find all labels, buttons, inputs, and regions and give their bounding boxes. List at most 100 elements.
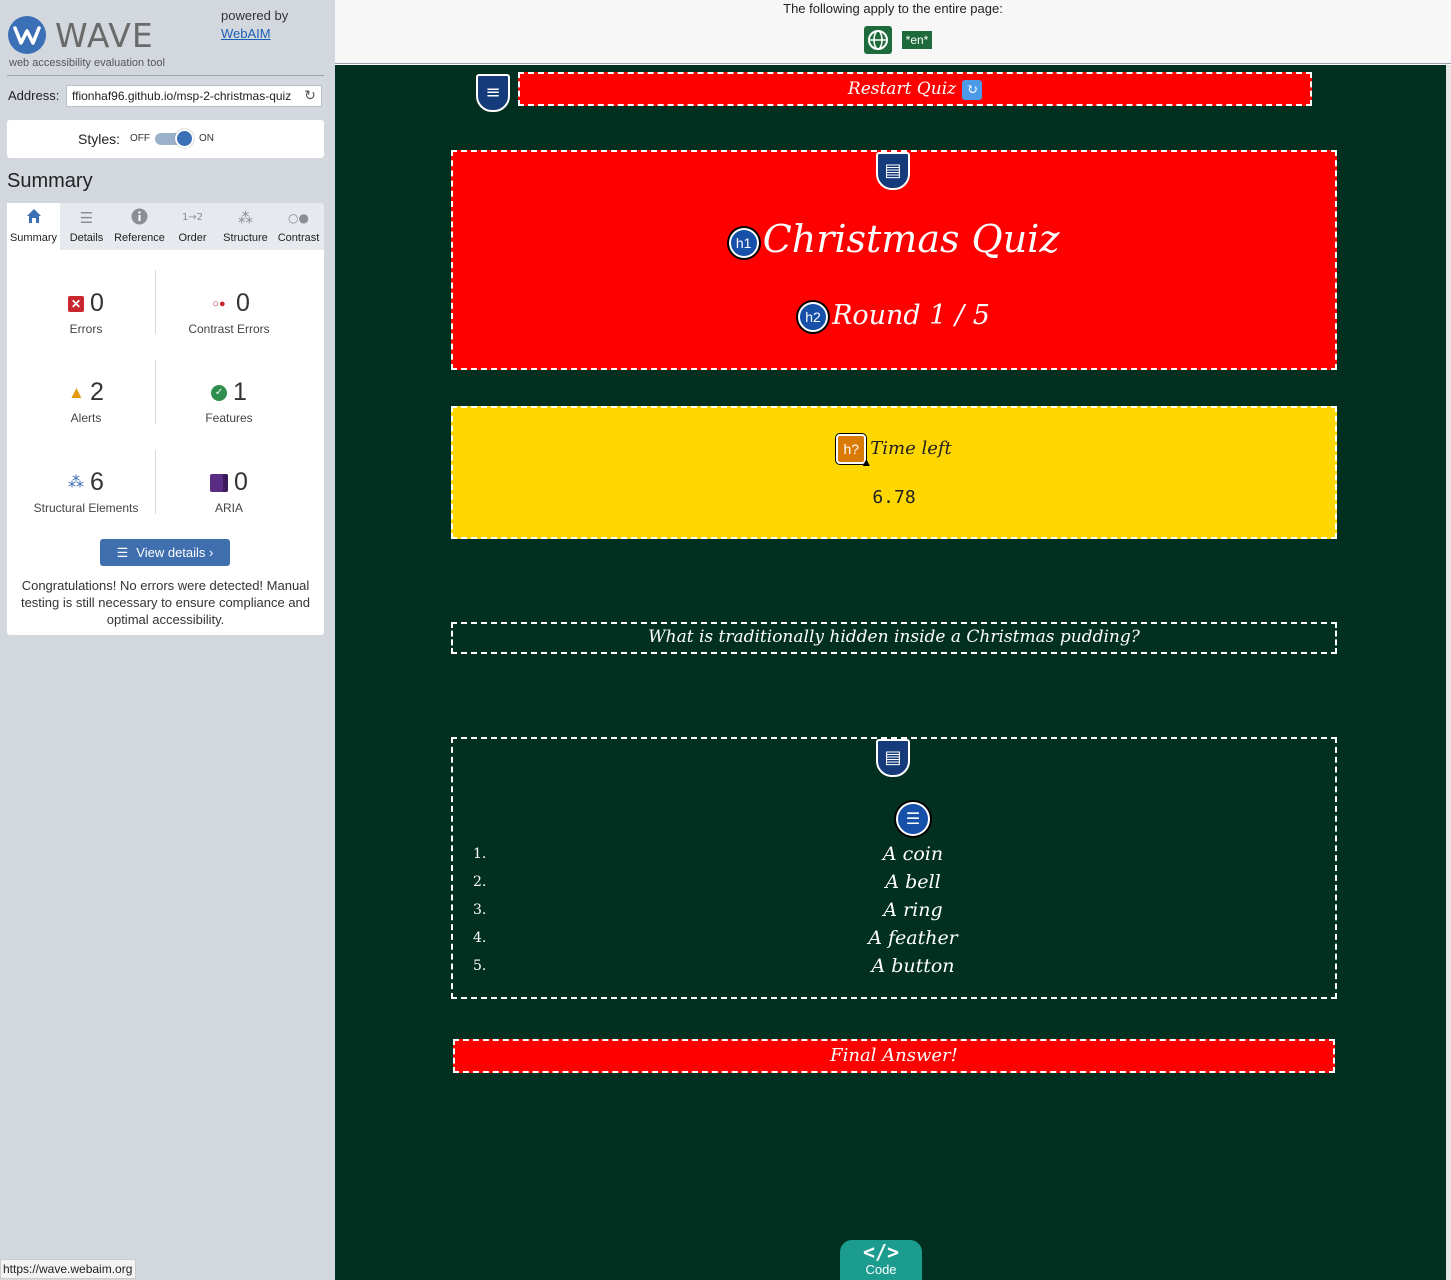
feature-check-icon: ✓	[211, 385, 228, 402]
answer-option[interactable]: 3. A ring	[453, 896, 1339, 924]
ordered-list-icon[interactable]: ☰	[896, 802, 930, 836]
question-text: What is traditionally hidden inside a Ch…	[451, 622, 1337, 654]
styles-toggle-knob[interactable]	[175, 129, 194, 148]
aria-count: 0	[234, 468, 248, 496]
structural-label: Structural Elements	[33, 501, 139, 515]
structure-icon: ⁂	[238, 209, 253, 227]
tab-structure[interactable]: ⁂ Structure	[219, 203, 272, 250]
panel-tabs: Summary ☰ Details Reference 1→2 Order ⁂ …	[7, 203, 324, 250]
wave-sidebar: WAVE web accessibility evaluation tool p…	[0, 0, 335, 1280]
timer-value: 6.78	[872, 487, 916, 508]
tab-summary[interactable]: Summary	[7, 203, 60, 250]
summary-panel: ✕ 0 Errors ○● 0 Contrast Errors ▲ 2 Alerts …	[7, 250, 324, 635]
answer-option[interactable]: 4. A feather	[453, 924, 1339, 952]
page-scrollbar[interactable]	[1446, 65, 1451, 1280]
wave-tagline: web accessibility evaluation tool	[9, 57, 165, 69]
features-label: Features	[205, 411, 253, 425]
structure-icon: ⁂	[68, 474, 85, 492]
navigation-icon[interactable]: ≡	[476, 74, 510, 112]
alerts-count: 2	[90, 378, 104, 406]
tab-reference[interactable]: Reference	[113, 203, 166, 250]
round-text: Round 1 / 5	[832, 300, 990, 331]
view-details-button[interactable]: ☰ View details ›	[100, 539, 230, 566]
summary-heading: Summary	[7, 170, 93, 192]
styles-off-label: OFF	[130, 133, 150, 144]
tab-label: Details	[69, 232, 104, 244]
tab-label: Order	[178, 232, 207, 244]
answer-text: A coin	[882, 843, 944, 865]
features-count: 1	[233, 378, 247, 406]
header-region-icon[interactable]: ▤	[876, 152, 910, 190]
styles-toggle-panel: Styles: OFF ON	[7, 120, 324, 158]
aria-label: ARIA	[214, 501, 243, 515]
view-details-label: View details ›	[136, 545, 214, 560]
answer-option[interactable]: 5. A button	[453, 952, 1339, 980]
tab-order[interactable]: 1→2 Order	[166, 203, 219, 250]
answer-text: A bell	[885, 871, 941, 893]
answer-option[interactable]: 2. A bell	[453, 868, 1339, 896]
errors-label: Errors	[69, 322, 103, 336]
alert-badge-text: h?	[843, 441, 860, 457]
final-answer-button[interactable]: Final Answer!	[453, 1039, 1335, 1073]
powered-by-text: powered by	[221, 8, 289, 23]
webaim-link[interactable]: WebAIM	[221, 26, 271, 41]
tab-label: Summary	[9, 232, 58, 244]
tab-label: Contrast	[277, 232, 320, 244]
page-level-banner: The following apply to the entire page: …	[335, 0, 1451, 64]
wave-logo-text: WAVE	[55, 16, 154, 55]
address-value[interactable]: ffionhaf96.github.io/msp-2-christmas-qui…	[72, 89, 291, 103]
structural-count: 6	[90, 468, 104, 496]
tab-label: Reference	[114, 232, 165, 244]
timer-panel: h? ▲ Time left 6.78	[451, 406, 1337, 539]
order-icon: 1→2	[181, 212, 204, 223]
possible-heading-alert-icon[interactable]: h? ▲	[836, 434, 872, 468]
h2-badge-icon[interactable]: h2	[798, 301, 829, 332]
tab-contrast[interactable]: ○● Contrast	[272, 203, 325, 250]
styles-label: Styles:	[78, 131, 121, 147]
contrast-errors-stat[interactable]: ○● 0 Contrast Errors	[154, 288, 304, 336]
globe-icon[interactable]	[864, 26, 892, 54]
wave-logo[interactable]: WAVE web accessibility evaluation tool	[8, 16, 328, 74]
tab-details[interactable]: ☰ Details	[60, 203, 113, 250]
page-title-text: Christmas Quiz	[762, 217, 1060, 261]
tab-label: Structure	[223, 232, 268, 244]
address-label: Address:	[8, 88, 60, 103]
answers-section: ▤ ☰ 1. A coin 2. A bell 3. A ring 4. A f…	[451, 737, 1337, 999]
refresh-icon: ↻	[962, 79, 983, 100]
code-label: Code	[865, 1262, 897, 1277]
restart-quiz-label: Restart Quiz	[847, 79, 957, 99]
contrast-error-icon: ○●	[212, 298, 226, 311]
list-icon: ☰	[79, 209, 94, 227]
round-heading: h2 Round 1 / 5	[453, 300, 1335, 332]
quiz-page: ≡ Restart Quiz ↻ ▤ h1 Christmas Quiz h2 Rou…	[335, 65, 1446, 1280]
h1-badge-icon[interactable]: h1	[728, 227, 759, 258]
answer-option[interactable]: 1. A coin	[453, 840, 1339, 868]
code-icon: </>	[862, 1240, 900, 1264]
aria-stat[interactable]: 0 ARIA	[154, 467, 304, 515]
page-level-text: The following apply to the entire page:	[783, 1, 1003, 16]
features-stat[interactable]: ✓ 1 Features	[154, 377, 304, 425]
section-region-icon[interactable]: ▤	[876, 739, 910, 777]
divider	[7, 75, 324, 76]
reload-icon[interactable]: ↻	[302, 87, 318, 105]
address-input[interactable]: ffionhaf96.github.io/msp-2-christmas-qui…	[66, 85, 322, 107]
answer-text: A ring	[883, 899, 943, 921]
alerts-label: Alerts	[70, 411, 102, 425]
wave-logo-icon	[8, 16, 46, 54]
errors-stat[interactable]: ✕ 0 Errors	[11, 288, 161, 336]
contrast-errors-label: Contrast Errors	[188, 322, 270, 336]
status-bar-url: https://wave.webaim.org	[0, 1259, 136, 1279]
restart-quiz-button[interactable]: Restart Quiz ↻	[518, 72, 1312, 106]
timer-label: Time left	[870, 438, 952, 459]
code-panel-toggle[interactable]: </> Code	[840, 1240, 922, 1280]
alerts-stat[interactable]: ▲ 2 Alerts	[11, 377, 161, 425]
answer-text: A feather	[868, 927, 958, 949]
info-icon	[113, 208, 166, 228]
styles-on-label: ON	[199, 133, 214, 144]
error-icon: ✕	[68, 296, 85, 313]
structural-stat[interactable]: ⁂ 6 Structural Elements	[11, 467, 161, 515]
errors-count: 0	[90, 289, 104, 317]
list-icon: ☰	[116, 545, 129, 560]
aria-cube-icon	[210, 474, 229, 493]
language-badge[interactable]: *en*	[902, 31, 932, 49]
